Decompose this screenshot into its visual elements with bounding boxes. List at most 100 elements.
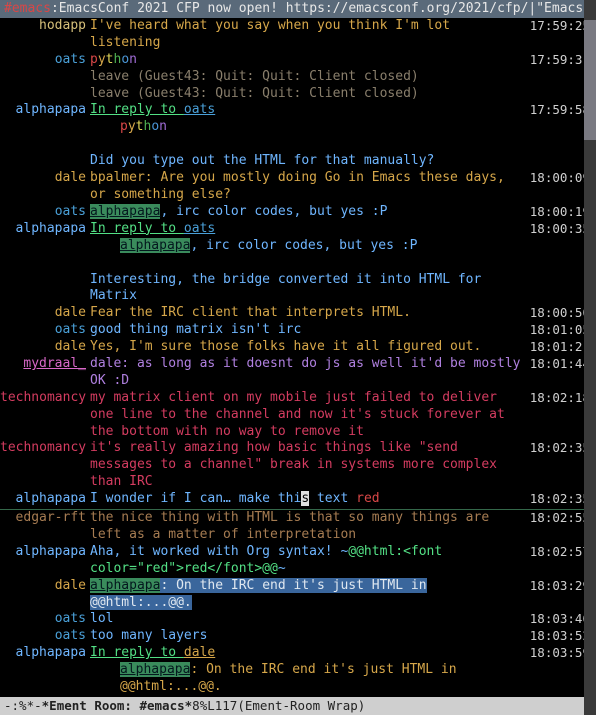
modeline-percent: 8% <box>192 697 207 715</box>
timestamp: 18:02:35 <box>528 491 590 507</box>
message-text: bpalmer: Are you mostly doing Go in Emac… <box>90 170 528 204</box>
timestamp: 18:03:59 <box>528 645 590 661</box>
chat-line: technomancy my matrix client on my mobil… <box>0 390 596 441</box>
chat-line: oats good thing matrix isn't irc 18:01:0… <box>0 322 596 339</box>
timestamp: 18:03:46 <box>528 611 590 627</box>
reply-link[interactable]: In reply to <box>90 221 184 236</box>
reply-header: In reply to oats <box>90 102 528 119</box>
cursor: s <box>301 491 309 506</box>
mention-alphapapa[interactable]: alphapapa <box>90 204 160 219</box>
modeline-modes: (Ement-Room Wrap) <box>237 697 365 715</box>
nick-dale[interactable]: dale <box>55 170 86 185</box>
chat-line: oats lol 18:03:46 <box>0 611 596 628</box>
chat-line: hodapp I've heard what you say when you … <box>0 18 596 52</box>
timestamp: 18:00:50 <box>528 305 590 321</box>
nick-mydraal[interactable]: mydraal_ <box>23 356 86 371</box>
nick-oats[interactable]: oats <box>55 52 86 67</box>
message-text: alphapapa: On the IRC end it's just HTML… <box>90 578 528 612</box>
message-text: alphapapa, irc color codes, but yes :P <box>90 204 528 221</box>
nick-technomancy[interactable]: technomancy <box>0 440 86 455</box>
chat-line: dale Yes, I'm sure those folks have it a… <box>0 339 596 356</box>
message-text: good thing matrix isn't irc <box>90 322 528 339</box>
message-text: dale: as long as it doesnt do js as well… <box>90 356 528 390</box>
chat-line: leave (Guest43: Quit: Quit: Client close… <box>0 86 596 103</box>
nick-edgar-rft[interactable]: edgar-rft <box>16 510 86 525</box>
message-text: I've heard what you say when you think I… <box>90 18 528 52</box>
message-text: I wonder if I can… make this text red <box>90 491 528 508</box>
reply-target-oats[interactable]: oats <box>184 102 215 117</box>
scroll-thumb[interactable] <box>584 20 596 140</box>
modeline: -:%*- *Ement Room: #emacs* 8% L117 (Emen… <box>0 697 596 715</box>
chat-line: Interesting, the bridge converted it int… <box>0 272 596 306</box>
nick-alphapapa[interactable]: alphapapa <box>16 221 86 236</box>
chat-line: dale Fear the IRC client that interprets… <box>0 305 596 322</box>
timestamp: 18:00:35 <box>528 221 590 237</box>
chat-line: oats alphapapa, irc color codes, but yes… <box>0 204 596 221</box>
nick-dale[interactable]: dale <box>55 305 86 320</box>
chat-line: edgar-rft the nice thing with HTML is th… <box>0 510 596 544</box>
message-text: alphapapa, irc color codes, but yes :P <box>90 238 528 255</box>
message-text: Fear the IRC client that interprets HTML… <box>90 305 528 322</box>
nick-alphapapa[interactable]: alphapapa <box>16 544 86 559</box>
chat-line: alphapapa In reply to dale 18:03:59 <box>0 645 596 662</box>
chat-line-active[interactable]: alphapapa I wonder if I can… make this t… <box>0 491 596 508</box>
chat-line: oats too many layers 18:03:52 <box>0 628 596 645</box>
nick-oats[interactable]: oats <box>55 204 86 219</box>
channel-topic: EmacsConf 2021 CFP now open! https://ema… <box>59 0 529 18</box>
chat-line: alphapapa Aha, it worked with Org syntax… <box>0 544 596 578</box>
message-text: my matrix client on my mobile just faile… <box>90 390 528 441</box>
modeline-position: L117 <box>207 697 237 715</box>
timestamp: 18:02:18 <box>528 390 590 406</box>
message-text: Did you type out the HTML for that manua… <box>90 153 528 170</box>
message-text: python <box>90 52 528 69</box>
nick-oats[interactable]: oats <box>55 322 86 337</box>
reply-header: In reply to oats <box>90 221 528 238</box>
nick-dale[interactable]: dale <box>55 578 86 593</box>
nick-hodapp[interactable]: hodapp <box>39 18 86 33</box>
nick-alphapapa[interactable]: alphapapa <box>16 491 86 506</box>
chat-line: alphapapa In reply to oats 17:59:58 <box>0 102 596 119</box>
nick-oats[interactable]: oats <box>55 611 86 626</box>
timestamp: 18:01:05 <box>528 322 590 338</box>
nick-dale[interactable]: dale <box>55 339 86 354</box>
timestamp: 17:59:25 <box>528 18 590 34</box>
reply-target-dale[interactable]: dale <box>184 645 215 660</box>
chat-line: leave (Guest43: Quit: Quit: Client close… <box>0 69 596 86</box>
window-titlebar: #emacs : EmacsConf 2021 CFP now open! ht… <box>0 0 596 18</box>
chat-line: python <box>0 119 596 136</box>
timestamp: 18:03:52 <box>528 628 590 644</box>
timestamp: 18:00:19 <box>528 204 590 220</box>
chat-line: dale alphapapa: On the IRC end it's just… <box>0 578 596 612</box>
mention-alphapapa[interactable]: alphapapa <box>90 578 160 593</box>
modeline-buffer-prefix: *Ement Room: <box>42 698 140 713</box>
message-text: it's really amazing how basic things lik… <box>90 440 528 491</box>
chat-line: dale bpalmer: Are you mostly doing Go in… <box>0 170 596 204</box>
message-text: too many layers <box>90 628 528 645</box>
nick-technomancy[interactable]: technomancy <box>0 390 86 405</box>
chat-line: technomancy it's really amazing how basi… <box>0 440 596 491</box>
message-text: Interesting, the bridge converted it int… <box>90 272 528 306</box>
mention-alphapapa[interactable]: alphapapa <box>120 238 190 253</box>
mention-alphapapa[interactable]: alphapapa <box>120 662 190 677</box>
timestamp: 18:00:09 <box>528 170 590 186</box>
message-text: python <box>90 119 528 136</box>
reply-target-oats[interactable]: oats <box>184 221 215 236</box>
chat-buffer[interactable]: hodapp I've heard what you say when you … <box>0 18 596 697</box>
message-text: Aha, it worked with Org syntax! ~@@html:… <box>90 544 528 578</box>
scrollbar[interactable] <box>584 0 596 715</box>
nick-alphapapa[interactable]: alphapapa <box>16 645 86 660</box>
message-text: lol <box>90 611 528 628</box>
modeline-status: -:%*- <box>4 697 42 715</box>
reply-link[interactable]: In reply to <box>90 645 184 660</box>
nick-oats[interactable]: oats <box>55 628 86 643</box>
modeline-buffer-name: #emacs* <box>139 698 192 713</box>
message-text: Yes, I'm sure those folks have it all fi… <box>90 339 528 356</box>
nick-alphapapa[interactable]: alphapapa <box>16 102 86 117</box>
chat-line: Did you type out the HTML for that manua… <box>0 153 596 170</box>
timestamp: 17:59:31 <box>528 52 590 68</box>
reply-link[interactable]: In reply to <box>90 102 184 117</box>
leave-message: leave (Guest43: Quit: Quit: Client close… <box>90 86 528 103</box>
timestamp: 18:01:44 <box>528 356 590 372</box>
timestamp: 18:03:29 <box>528 578 590 594</box>
chat-line: alphapapa, irc color codes, but yes :P <box>0 238 596 255</box>
